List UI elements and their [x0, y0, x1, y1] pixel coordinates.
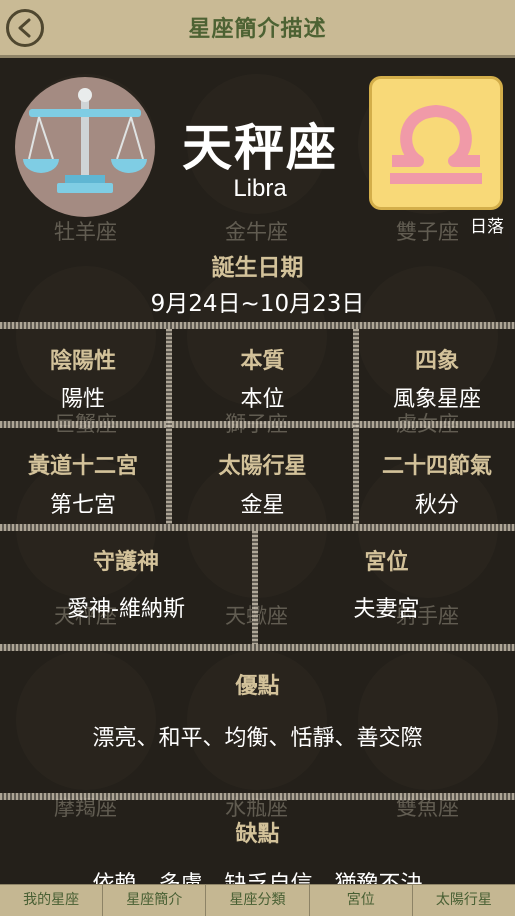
guardian-deity-label: 守護神	[92, 550, 159, 575]
page-title: 星座簡介描述	[188, 17, 327, 42]
symbol-note: 日落	[470, 217, 504, 237]
libra-symbol-icon	[390, 105, 482, 184]
divider	[0, 524, 515, 531]
strengths-value: 漂亮、和平、均衡、恬靜、善交際	[92, 726, 423, 751]
app-header: 星座簡介描述	[0, 0, 515, 58]
divider	[0, 421, 515, 428]
tab-ruling-planet[interactable]: 太陽行星	[413, 885, 515, 916]
divider	[0, 322, 515, 329]
zodiac-house-label: 黃道十二宮	[27, 454, 138, 479]
yinyang-value: 陽性	[60, 387, 105, 412]
guardian-deity-value: 愛神-維納斯	[67, 597, 185, 622]
weaknesses-label: 缺點	[235, 822, 280, 847]
tab-palace[interactable]: 宮位	[310, 885, 413, 916]
quality-value: 本位	[240, 387, 285, 412]
ruling-planet-label: 太陽行星	[218, 454, 307, 479]
solar-term-label: 二十四節氣	[381, 454, 492, 479]
yinyang-label: 陰陽性	[49, 349, 116, 374]
scales-icon	[23, 88, 147, 193]
strengths-label: 優點	[235, 674, 280, 699]
sign-symbol-tile	[369, 76, 503, 210]
ruling-planet-value: 金星	[240, 493, 285, 518]
divider	[0, 793, 515, 800]
element-label: 四象	[414, 349, 459, 374]
palace-value: 夫妻宮	[353, 597, 420, 622]
birth-date-value: 9月24日~10月23日	[150, 291, 365, 317]
sign-latin-name: Libra	[233, 175, 287, 202]
tab-sign-category[interactable]: 星座分類	[206, 885, 310, 916]
zodiac-house-value: 第七宮	[49, 493, 116, 518]
tab-my-sign[interactable]: 我的星座	[0, 885, 104, 916]
palace-label: 宮位	[364, 550, 409, 575]
element-value: 風象星座	[392, 387, 481, 412]
birth-date-label: 誕生日期	[211, 255, 304, 281]
bottom-tab-bar: 我的星座 星座簡介 星座分類 宮位 太陽行星	[0, 884, 515, 916]
divider	[0, 644, 515, 651]
quality-label: 本質	[240, 349, 285, 374]
sign-emblem	[15, 77, 155, 217]
solar-term-value: 秋分	[414, 493, 459, 518]
sign-name: 天秤座	[182, 119, 338, 177]
tab-sign-intro[interactable]: 星座簡介	[103, 885, 207, 916]
